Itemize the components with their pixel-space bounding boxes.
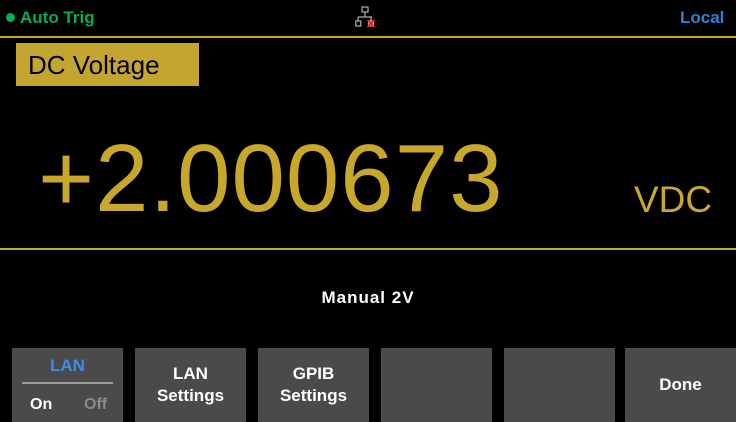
lan-settings-label-line2: Settings — [156, 386, 225, 405]
lan-settings-label-line1: LAN — [173, 364, 208, 383]
measurement-function-label: DC Voltage — [28, 50, 160, 80]
lan-toggle-title: LAN — [50, 356, 85, 375]
lan-disconnected-icon — [355, 6, 375, 28]
lan-toggle-divider — [22, 382, 113, 384]
status-bar: Auto Trig Local — [0, 0, 736, 36]
measurement-unit: VDC — [634, 179, 713, 220]
done-softkey[interactable]: Done — [625, 348, 736, 422]
blank-softkey-4[interactable] — [381, 348, 492, 422]
done-label: Done — [659, 375, 702, 394]
function-badge: DC Voltage — [16, 43, 199, 86]
lan-toggle-off-option: Off — [84, 396, 108, 413]
reading-divider — [0, 248, 736, 250]
gpib-settings-label-line2: Settings — [279, 386, 348, 405]
remote-status-label: Local — [680, 8, 725, 27]
trigger-mode-label: Auto Trig — [20, 8, 95, 27]
softkey-bar: LAN On Off LAN Settings GPIB Settings Do… — [0, 348, 736, 422]
trigger-status-dot-icon — [6, 13, 15, 22]
gpib-settings-label-line1: GPIB — [292, 364, 335, 383]
blank-softkey-5[interactable] — [504, 348, 615, 422]
header-divider — [0, 36, 736, 38]
lan-toggle-softkey[interactable]: LAN On Off — [12, 348, 123, 422]
measurement-reading: +2.000673 — [38, 125, 504, 232]
lan-settings-softkey[interactable]: LAN Settings — [135, 348, 246, 422]
lan-toggle-on-option: On — [30, 396, 53, 413]
multimeter-screen: Auto Trig Local DC Voltage +2.000673 VDC… — [0, 0, 736, 422]
gpib-settings-softkey[interactable]: GPIB Settings — [258, 348, 369, 422]
range-label: Manual 2V — [321, 288, 415, 307]
